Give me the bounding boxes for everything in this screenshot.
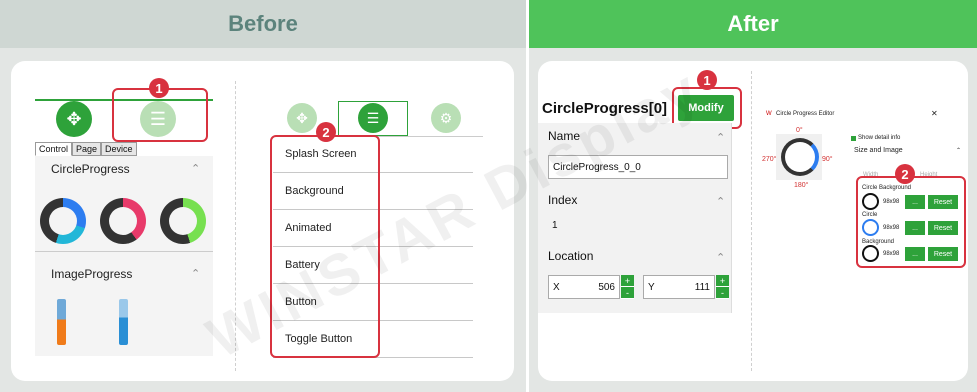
name-field[interactable]: CircleProgress_0_0 [548,155,728,179]
control-list: CircleProgress ⌃ ImageProgress ⌃ [35,156,213,356]
list-tool-icon[interactable]: ☰ [358,103,388,133]
chevron-up-icon[interactable]: ⌃ [956,147,961,154]
angle-right: 90° [822,156,833,163]
chevron-up-icon[interactable]: ⌃ [716,131,725,144]
minus-icon[interactable]: - [716,287,729,299]
panel-tabs: Control Page Device [35,142,137,156]
angle-top: 0° [796,127,803,134]
chevron-up-icon[interactable]: ⌃ [716,195,725,208]
section-imageprogress[interactable]: ImageProgress [51,267,132,281]
image-progress-orange[interactable] [57,299,66,345]
angle-bottom: 180° [794,182,809,189]
page-title: CircleProgress[0] [542,100,668,117]
after-panel: After CircleProgress[0] Modify 1 Name ⌃ … [529,0,977,392]
y-label: Y [648,281,655,293]
column-divider [751,71,752,371]
name-label: Name [548,129,581,143]
location-label: Location [548,249,594,263]
index-value: 1 [552,220,558,231]
gear-icon[interactable]: ⚙ [431,103,461,133]
before-panel: Before ✥ ☰ 1 Control Page Device CircleP… [0,0,526,392]
control-tool-icon[interactable]: ✥ [287,103,317,133]
x-field[interactable]: X 506 [548,275,620,299]
preview-circle [781,138,819,176]
app-logo-icon: W [766,111,772,117]
highlight-box-2 [270,135,380,358]
property-panel: Name ⌃ CircleProgress_0_0 Index ⌃ 1 Loca… [538,123,732,313]
control-tool-icon[interactable]: ✥ [56,101,92,137]
badge-2: 2 [895,164,915,184]
plus-icon[interactable]: + [716,275,729,287]
tab-page[interactable]: Page [72,142,102,156]
plus-icon[interactable]: + [621,275,634,287]
angle-left: 270° [762,156,777,163]
after-banner: After [529,0,977,48]
before-card: ✥ ☰ 1 Control Page Device CircleProgress… [11,61,514,381]
minus-icon[interactable]: - [621,287,634,299]
checkbox[interactable] [851,136,856,141]
column-divider [235,81,236,371]
tab-device[interactable]: Device [101,142,137,156]
x-label: X [553,281,560,293]
circle-progress-green[interactable] [160,198,206,244]
editor-window [762,81,967,82]
chevron-up-icon[interactable]: ⌃ [191,267,200,280]
y-field[interactable]: Y 111 [643,275,715,299]
badge-2: 2 [316,122,336,142]
before-banner: Before [0,0,526,48]
x-value: 506 [598,281,615,293]
divider [35,251,213,252]
image-progress-blue[interactable] [119,299,128,345]
chevron-up-icon[interactable]: ⌃ [716,251,725,264]
editor-title: Circle Progress Editor [776,111,835,117]
y-value: 111 [694,281,710,293]
x-stepper[interactable]: + - [621,275,634,299]
badge-1: 1 [149,78,169,98]
close-icon[interactable]: ✕ [931,109,938,118]
index-label: Index [548,193,578,207]
size-image-label: Size and Image [854,147,903,154]
y-stepper[interactable]: + - [716,275,729,299]
after-card: CircleProgress[0] Modify 1 Name ⌃ Circle… [538,61,968,381]
section-circleprogress[interactable]: CircleProgress [51,162,130,176]
circle-progress-red[interactable] [100,198,146,244]
show-detail-label: Show detail info [858,135,901,141]
circle-progress-blue[interactable] [40,198,86,244]
highlight-box-2 [856,176,966,268]
badge-1: 1 [697,70,717,90]
tab-control[interactable]: Control [35,142,73,156]
chevron-up-icon[interactable]: ⌃ [191,162,200,175]
